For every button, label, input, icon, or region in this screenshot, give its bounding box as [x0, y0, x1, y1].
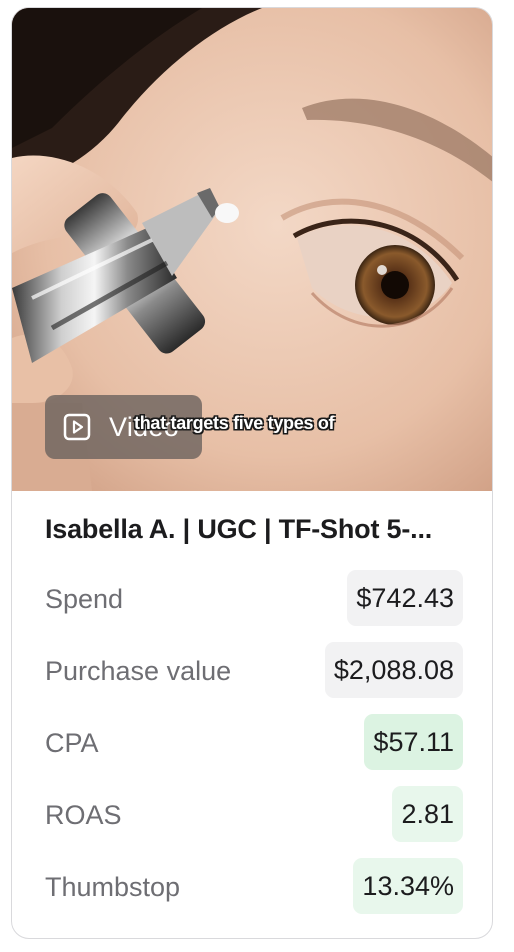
video-caption: that targets five types of: [134, 413, 335, 433]
metric-value: 13.34%: [353, 858, 463, 914]
metric-value: $57.11: [364, 714, 463, 770]
metric-row-spend: Spend $742.43: [45, 570, 463, 626]
play-square-icon: [63, 413, 91, 441]
metric-label: Spend: [45, 584, 124, 614]
metric-value: 2.81: [392, 786, 463, 842]
metric-row-thumbstop: Thumbstop 13.34%: [45, 858, 463, 914]
metric-label: Thumbstop: [45, 872, 181, 902]
metric-label: Purchase value: [45, 656, 232, 686]
metric-label: CPA: [45, 728, 99, 758]
metric-row-cpa: CPA $57.11: [45, 714, 463, 770]
metric-label: ROAS: [45, 800, 122, 830]
metric-value: $2,088.08: [324, 642, 463, 698]
metric-row-roas: ROAS 2.81: [45, 786, 463, 842]
video-thumbnail[interactable]: Video that targets five types of: [12, 8, 492, 491]
metric-row-purchase-value: Purchase value $2,088.08: [45, 642, 463, 698]
ad-title[interactable]: Isabella A. | UGC | TF-Shot 5-...: [45, 514, 465, 545]
metric-value: $742.43: [347, 570, 463, 626]
ad-card[interactable]: Video that targets five types of Isabell…: [11, 7, 493, 939]
